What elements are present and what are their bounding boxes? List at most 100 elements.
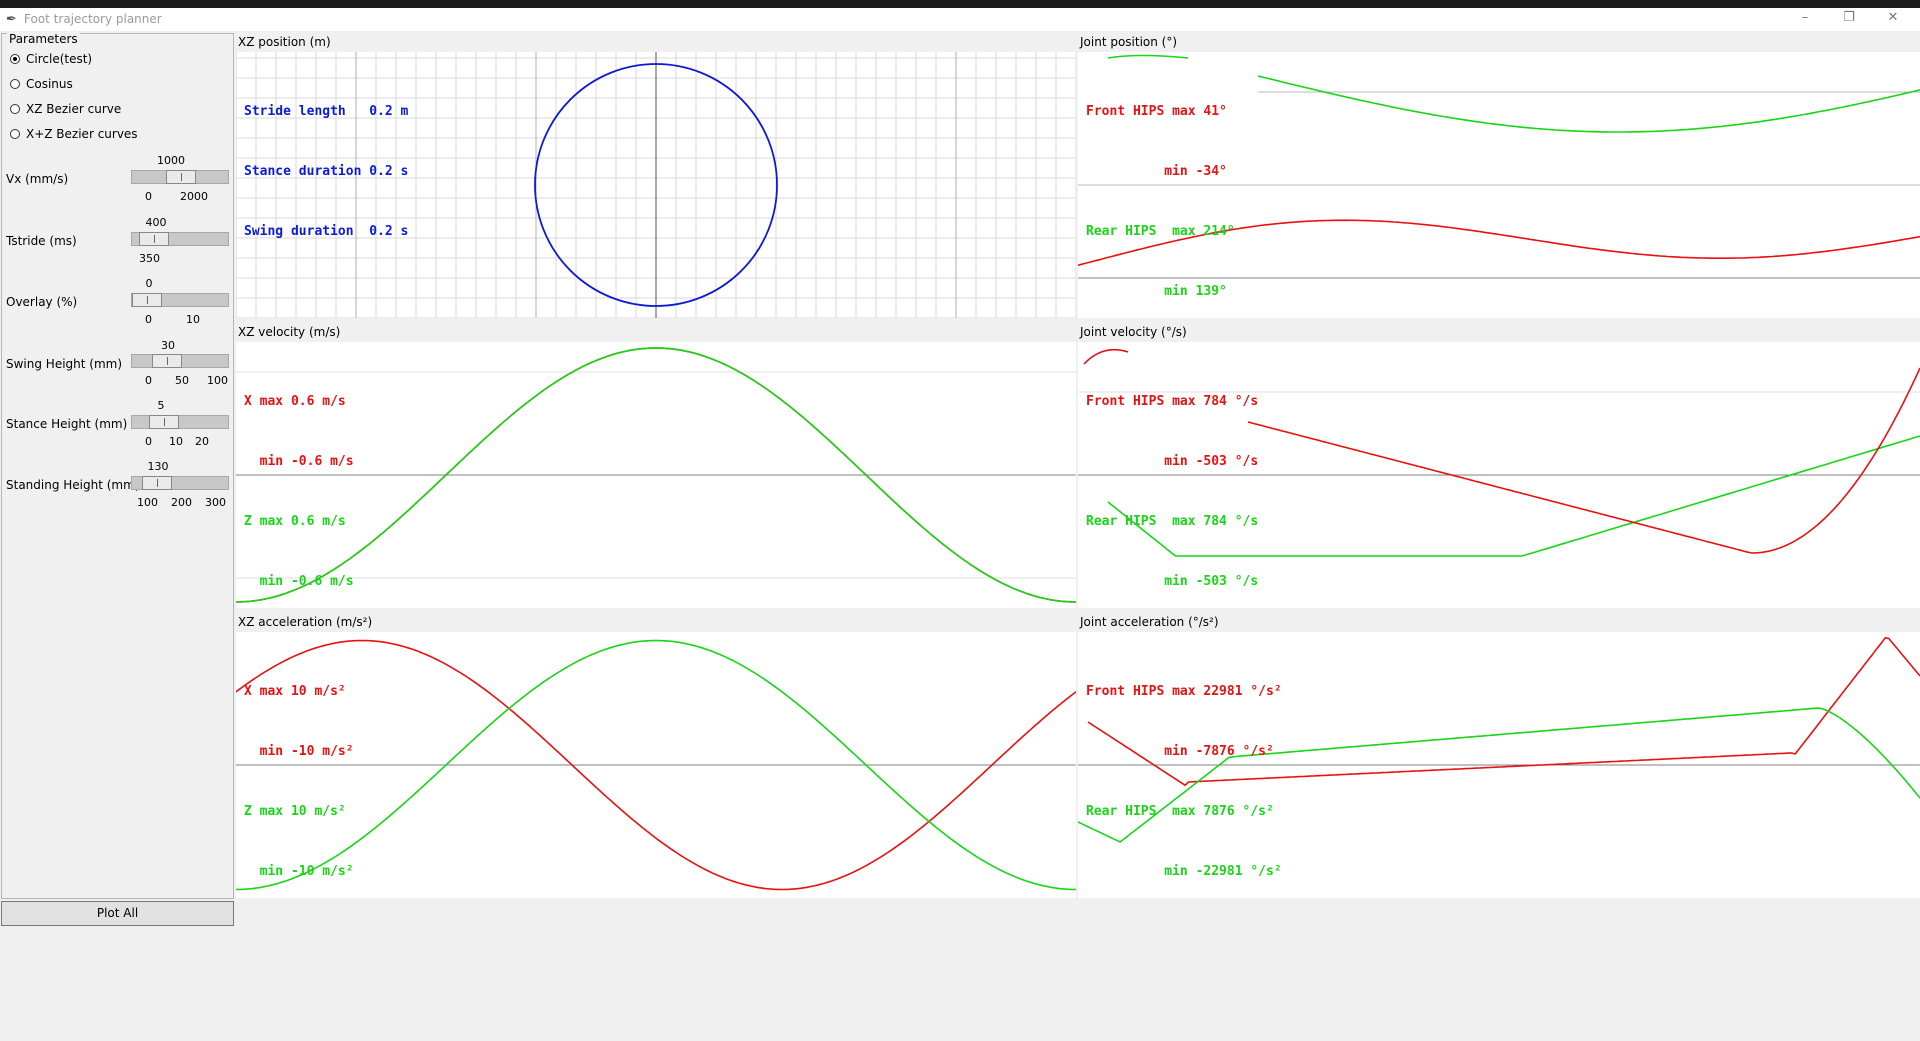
xz-position-panel: XZ position (m) Stride length 0.2 m Stan… (236, 32, 1076, 318)
standing-height-slider-thumb[interactable] (142, 476, 172, 490)
info-line: min -503 °/s (1086, 454, 1259, 469)
tstride-label: Tstride (ms) (6, 234, 77, 248)
overlay-slider-thumb[interactable] (132, 293, 162, 307)
panel-title: XZ velocity (m/s) (238, 325, 341, 339)
radio-dot-icon (10, 79, 20, 89)
stance-height-tick-0: 0 (145, 435, 152, 448)
xz-acceleration-info: X max 10 m/s² min -10 m/s² Z max 10 m/s²… (244, 642, 354, 898)
info-line: Front HIPS max 22981 °/s² (1086, 684, 1282, 699)
title-bar: ✒ Foot trajectory planner – ❐ ✕ (0, 8, 1920, 31)
xz-position-plot: Stride length 0.2 m Stance duration 0.2 … (236, 52, 1076, 318)
xz-velocity-plot: X max 0.6 m/s min -0.6 m/s Z max 0.6 m/s… (236, 342, 1076, 608)
joint-velocity-info: Front HIPS max 784 °/s min -503 °/s Rear… (1086, 352, 1258, 608)
stance-height-tick-2: 20 (195, 435, 209, 448)
parameters-panel: Parameters Circle(test) Cosinus XZ Bezie… (1, 32, 234, 899)
vx-value: 1000 (157, 154, 185, 167)
tstride-slider[interactable] (131, 232, 229, 246)
vx-slider[interactable] (131, 170, 229, 184)
radio-dot-icon (10, 104, 20, 114)
xz-acceleration-plot: X max 10 m/s² min -10 m/s² Z max 10 m/s²… (236, 632, 1076, 898)
overlay-tick-max: 10 (186, 313, 200, 326)
vx-tick-max: 2000 (180, 190, 208, 203)
overlay-tick-min: 0 (145, 313, 152, 326)
info-line: X max 0.6 m/s (244, 394, 346, 409)
standing-height-value: 130 (147, 460, 169, 473)
swing-height-slider[interactable] (131, 354, 229, 368)
xz-acceleration-chart (236, 639, 1076, 891)
info-line: min -10 m/s² (244, 864, 354, 879)
joint-velocity-panel: Joint velocity (°/s) Front HIPS max 784 … (1078, 322, 1920, 608)
stance-height-slider-thumb[interactable] (149, 415, 179, 429)
info-line: X max 10 m/s² (244, 684, 346, 699)
joint-position-panel: Joint position (°) Front HIPS max 41° mi… (1078, 32, 1920, 318)
info-line: Front HIPS max 41° (1086, 104, 1227, 119)
rear-hips-curve-start (1107, 54, 1189, 59)
standing-height-tick-2: 300 (205, 496, 226, 509)
info-line: min -0.6 m/s (244, 454, 354, 469)
panel-title: Joint acceleration (°/s²) (1080, 615, 1219, 629)
info-line: Z max 0.6 m/s (244, 514, 346, 529)
radio-label: Circle(test) (26, 52, 93, 66)
joint-acceleration-info: Front HIPS max 22981 °/s² min -7876 °/s²… (1086, 642, 1282, 898)
radio-label: Cosinus (26, 77, 73, 91)
panel-title: XZ position (m) (238, 35, 331, 49)
standing-height-slider[interactable] (131, 476, 229, 490)
tstride-tick: 350 (139, 252, 160, 265)
minimize-icon[interactable]: – (1790, 10, 1820, 25)
swing-height-slider-thumb[interactable] (152, 354, 182, 368)
taskbar-strip (0, 0, 1920, 8)
info-line: Swing duration 0.2 s (244, 224, 409, 239)
vx-label: Vx (mm/s) (6, 172, 69, 186)
overlay-value: 0 (145, 277, 153, 290)
radio-cosinus[interactable]: Cosinus (10, 75, 73, 93)
info-line: min -22981 °/s² (1086, 864, 1282, 879)
radio-x-z-bezier[interactable]: X+Z Bezier curves (10, 125, 138, 143)
radio-label: XZ Bezier curve (26, 102, 122, 116)
info-line: Stance duration 0.2 s (244, 164, 409, 179)
swing-height-value: 30 (161, 339, 175, 352)
panel-title: XZ acceleration (m/s²) (238, 615, 373, 629)
info-line: Rear HIPS max 7876 °/s² (1086, 804, 1274, 819)
overlay-slider[interactable] (131, 293, 229, 307)
stance-height-slider[interactable] (131, 415, 229, 429)
radio-label: X+Z Bezier curves (26, 127, 138, 141)
feather-icon: ✒ (6, 12, 17, 27)
rear-hips-curve (1257, 75, 1920, 133)
restore-icon[interactable]: ❐ (1834, 10, 1864, 25)
overlay-label: Overlay (%) (6, 295, 78, 309)
info-line: min -0.6 m/s (244, 574, 354, 589)
stance-height-tick-1: 10 (169, 435, 183, 448)
standing-height-tick-1: 200 (171, 496, 192, 509)
joint-position-plot: Front HIPS max 41° min -34° Rear HIPS ma… (1078, 52, 1920, 318)
swing-height-tick-0: 0 (145, 374, 152, 387)
info-line: min 139° (1086, 284, 1227, 299)
radio-xz-bezier[interactable]: XZ Bezier curve (10, 100, 121, 118)
xz-acceleration-panel: XZ acceleration (m/s²) X max 10 m/s² min… (236, 612, 1076, 898)
swing-height-tick-2: 100 (207, 374, 228, 387)
xz-velocity-info: X max 0.6 m/s min -0.6 m/s Z max 0.6 m/s… (244, 352, 354, 608)
radio-circle-test[interactable]: Circle(test) (10, 50, 92, 68)
window-title: Foot trajectory planner (24, 12, 162, 26)
swing-height-tick-1: 50 (175, 374, 189, 387)
info-line: min -34° (1086, 164, 1227, 179)
plot-all-button[interactable]: Plot All (1, 901, 234, 926)
standing-height-label: Standing Height (mm) (6, 478, 140, 492)
joint-position-info: Front HIPS max 41° min -34° Rear HIPS ma… (1086, 62, 1235, 318)
standing-height-tick-0: 100 (137, 496, 158, 509)
info-line: Rear HIPS max 214° (1086, 224, 1235, 239)
close-icon[interactable]: ✕ (1878, 10, 1908, 25)
front-hips-velocity-curve (1247, 367, 1920, 554)
info-line: Z max 10 m/s² (244, 804, 346, 819)
joint-velocity-plot: Front HIPS max 784 °/s min -503 °/s Rear… (1078, 342, 1920, 608)
xz-position-info: Stride length 0.2 m Stance duration 0.2 … (244, 62, 408, 282)
swing-height-label: Swing Height (mm) (6, 357, 123, 371)
radio-dot-icon (10, 54, 20, 64)
joint-acceleration-panel: Joint acceleration (°/s²) Front HIPS max… (1078, 612, 1920, 898)
panel-title: Joint position (°) (1080, 35, 1178, 49)
vx-slider-thumb[interactable] (166, 170, 196, 184)
info-line: min -10 m/s² (244, 744, 354, 759)
info-line: Stride length 0.2 m (244, 104, 409, 119)
joint-acceleration-plot: Front HIPS max 22981 °/s² min -7876 °/s²… (1078, 632, 1920, 898)
tstride-slider-thumb[interactable] (139, 232, 169, 246)
vx-tick-min: 0 (145, 190, 152, 203)
